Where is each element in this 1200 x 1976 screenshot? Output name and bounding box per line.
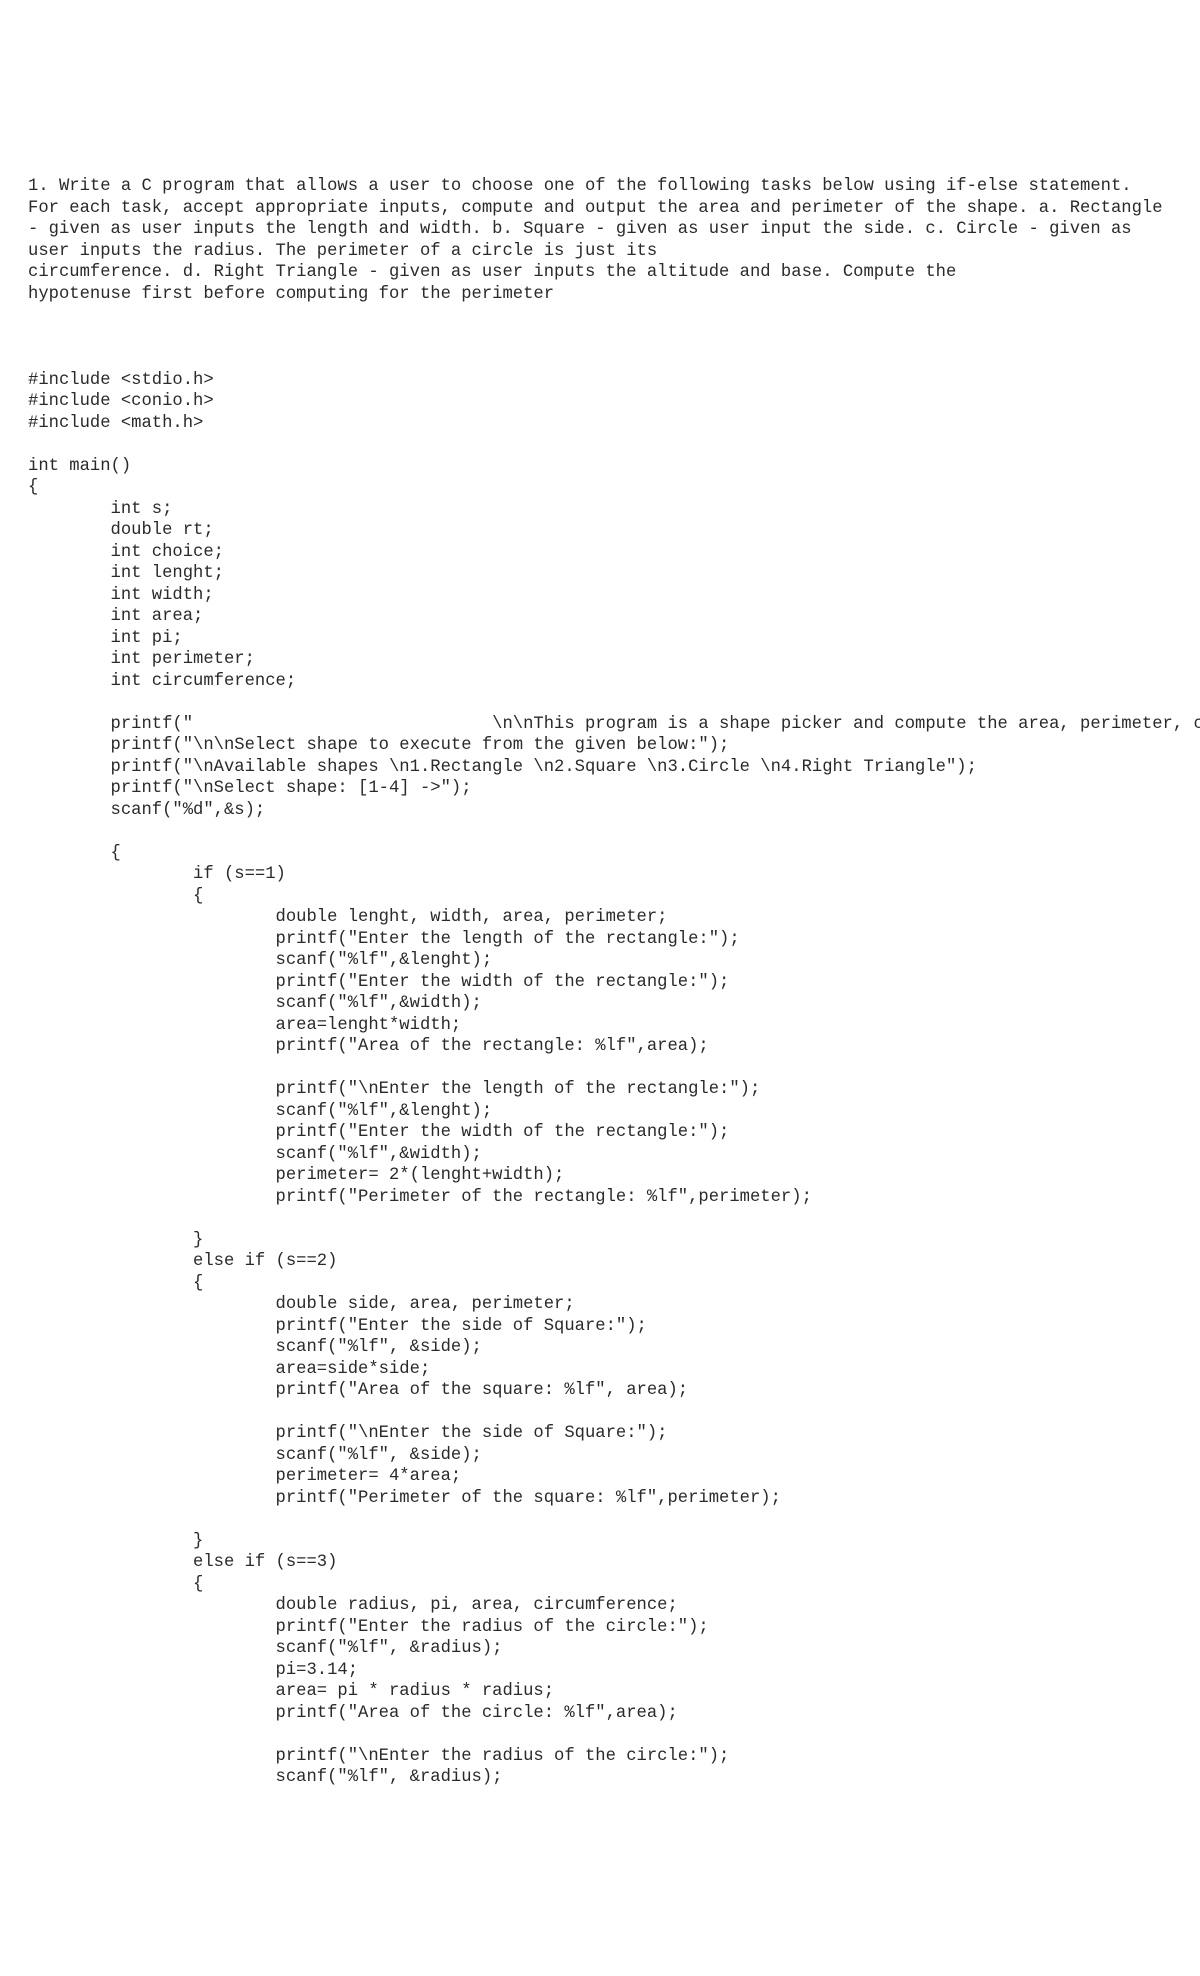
blank-line — [28, 327, 1172, 349]
problem-statement: 1. Write a C program that allows a user … — [28, 176, 1172, 305]
source-code: #include <stdio.h> #include <conio.h> #i… — [28, 370, 1172, 1789]
